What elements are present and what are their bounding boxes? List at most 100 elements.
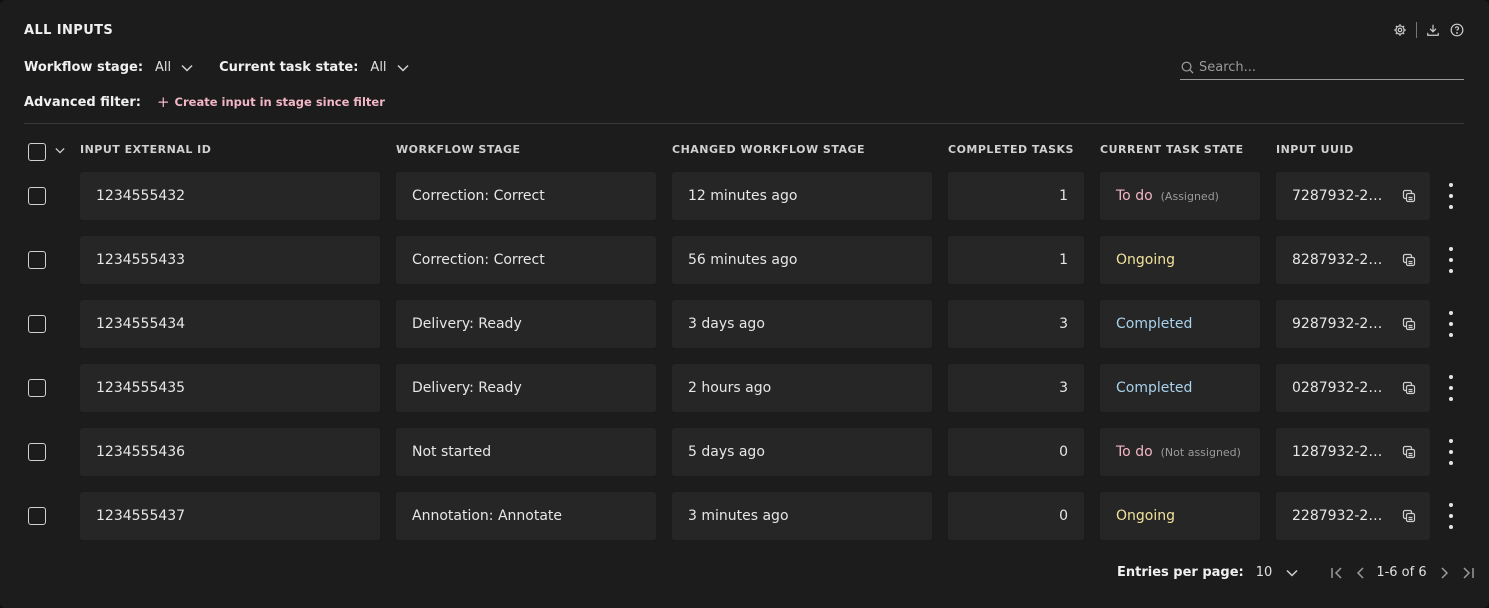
panel-title: ALL INPUTS bbox=[24, 23, 114, 38]
all-inputs-panel: ALL INPUTS Workflow stage: All Current t… bbox=[0, 0, 1489, 608]
chevron-down-icon bbox=[1286, 569, 1298, 577]
copy-icon[interactable] bbox=[1402, 317, 1416, 331]
input-external-id-cell: 1234555437 bbox=[80, 492, 380, 540]
input-uuid-cell: 0287932-23... bbox=[1276, 364, 1430, 412]
input-uuid-value: 0287932-23... bbox=[1292, 380, 1390, 396]
row-checkbox[interactable] bbox=[28, 443, 46, 461]
filters-row: Workflow stage: All Current task state: … bbox=[24, 60, 435, 75]
input-external-id-cell: 1234555433 bbox=[80, 236, 380, 284]
input-uuid-cell: 7287932-231... bbox=[1276, 172, 1430, 220]
advanced-filter-row: Advanced filter: + Create input in stage… bbox=[24, 93, 385, 111]
row-checkbox[interactable] bbox=[28, 507, 46, 525]
help-icon[interactable] bbox=[1449, 22, 1465, 38]
completed-tasks-cell: 0 bbox=[948, 492, 1084, 540]
input-uuid-value: 2287932-23... bbox=[1292, 508, 1390, 524]
input-uuid-cell: 2287932-23... bbox=[1276, 492, 1430, 540]
row-actions-menu-icon[interactable] bbox=[1443, 311, 1459, 337]
column-header-workflow-stage[interactable]: WORKFLOW STAGE bbox=[396, 143, 521, 156]
changed-workflow-stage-cell: 2 hours ago bbox=[672, 364, 932, 412]
task-assignment-note: (Assigned) bbox=[1160, 189, 1219, 203]
workflow-stage-cell: Correction: Correct bbox=[396, 236, 656, 284]
workflow-stage-label: Workflow stage: bbox=[24, 60, 144, 75]
input-uuid-cell: 9287932-23... bbox=[1276, 300, 1430, 348]
create-input-filter-label: Create input in stage since filter bbox=[174, 95, 385, 109]
pagination: Entries per page: 10 1-6 of 6 bbox=[1117, 565, 1475, 580]
changed-workflow-stage-cell: 56 minutes ago bbox=[672, 236, 932, 284]
row-actions-menu-icon[interactable] bbox=[1443, 247, 1459, 273]
completed-tasks-cell: 3 bbox=[948, 300, 1084, 348]
workflow-stage-cell: Delivery: Ready bbox=[396, 300, 656, 348]
input-uuid-cell: 1287932-231... bbox=[1276, 428, 1430, 476]
last-page-icon[interactable] bbox=[1461, 566, 1475, 580]
row-checkbox[interactable] bbox=[28, 315, 46, 333]
row-checkbox[interactable] bbox=[28, 187, 46, 205]
row-actions-menu-icon[interactable] bbox=[1443, 375, 1459, 401]
search-box bbox=[1180, 56, 1464, 80]
completed-tasks-cell: 0 bbox=[948, 428, 1084, 476]
gear-icon[interactable] bbox=[1392, 22, 1408, 38]
input-external-id-cell: 1234555435 bbox=[80, 364, 380, 412]
task-assignment-note: (Not assigned) bbox=[1160, 445, 1241, 459]
download-icon[interactable] bbox=[1425, 22, 1441, 38]
chevron-down-icon[interactable] bbox=[55, 147, 65, 154]
chevron-down-icon bbox=[181, 64, 193, 72]
search-input[interactable] bbox=[1199, 60, 1449, 75]
row-checkbox[interactable] bbox=[28, 251, 46, 269]
entries-per-page-label: Entries per page: bbox=[1117, 565, 1244, 580]
column-header-input-uuid[interactable]: INPUT UUID bbox=[1276, 143, 1354, 156]
completed-tasks-cell: 1 bbox=[948, 236, 1084, 284]
row-actions-menu-icon[interactable] bbox=[1443, 503, 1459, 529]
task-state-select[interactable]: All bbox=[370, 60, 409, 75]
input-uuid-value: 9287932-23... bbox=[1292, 316, 1390, 332]
previous-page-icon[interactable] bbox=[1356, 566, 1366, 580]
task-state-label: Ongoing bbox=[1116, 252, 1175, 268]
copy-icon[interactable] bbox=[1402, 445, 1416, 459]
workflow-stage-value: All bbox=[155, 60, 172, 75]
first-page-icon[interactable] bbox=[1330, 566, 1344, 580]
copy-icon[interactable] bbox=[1402, 509, 1416, 523]
column-header-current-task-state[interactable]: CURRENT TASK STATE bbox=[1100, 143, 1244, 156]
task-state-value: All bbox=[370, 60, 387, 75]
task-state-label: To do bbox=[1116, 444, 1153, 460]
copy-icon[interactable] bbox=[1402, 253, 1416, 267]
entries-per-page-select[interactable]: 10 bbox=[1256, 565, 1299, 580]
workflow-stage-select[interactable]: All bbox=[155, 60, 193, 75]
entries-per-page-value: 10 bbox=[1255, 565, 1273, 580]
search-icon bbox=[1181, 61, 1194, 74]
current-task-state-cell: To do (Not assigned) bbox=[1100, 428, 1260, 476]
chevron-down-icon bbox=[397, 64, 409, 72]
copy-icon[interactable] bbox=[1402, 381, 1416, 395]
current-task-state-cell: Completed bbox=[1100, 300, 1260, 348]
copy-icon[interactable] bbox=[1402, 189, 1416, 203]
divider bbox=[1416, 22, 1417, 38]
row-actions-menu-icon[interactable] bbox=[1443, 439, 1459, 465]
changed-workflow-stage-cell: 3 days ago bbox=[672, 300, 932, 348]
task-state-label: Ongoing bbox=[1116, 508, 1175, 524]
workflow-stage-cell: Not started bbox=[396, 428, 656, 476]
current-task-state-cell: Ongoing bbox=[1100, 236, 1260, 284]
plus-icon: + bbox=[156, 93, 170, 111]
completed-tasks-cell: 1 bbox=[948, 172, 1084, 220]
row-checkbox[interactable] bbox=[28, 379, 46, 397]
select-all-checkbox[interactable] bbox=[28, 143, 46, 161]
completed-tasks-cell: 3 bbox=[948, 364, 1084, 412]
advanced-filter-label: Advanced filter: bbox=[24, 94, 141, 110]
input-uuid-value: 1287932-231... bbox=[1292, 444, 1390, 460]
workflow-stage-cell: Correction: Correct bbox=[396, 172, 656, 220]
create-input-filter-button[interactable]: + Create input in stage since filter bbox=[157, 93, 385, 111]
column-header-input-external-id[interactable]: INPUT EXTERNAL ID bbox=[80, 143, 211, 156]
input-uuid-cell: 8287932-23... bbox=[1276, 236, 1430, 284]
task-state-label: Completed bbox=[1116, 316, 1193, 332]
input-external-id-cell: 1234555432 bbox=[80, 172, 380, 220]
input-uuid-value: 7287932-231... bbox=[1292, 188, 1390, 204]
column-header-completed-tasks[interactable]: COMPLETED TASKS bbox=[948, 143, 1074, 156]
page-range: 1-6 of 6 bbox=[1376, 565, 1427, 580]
changed-workflow-stage-cell: 5 days ago bbox=[672, 428, 932, 476]
column-header-changed-workflow-stage[interactable]: CHANGED WORKFLOW STAGE bbox=[672, 143, 865, 156]
next-page-icon[interactable] bbox=[1439, 566, 1449, 580]
workflow-stage-cell: Annotation: Annotate bbox=[396, 492, 656, 540]
workflow-stage-cell: Delivery: Ready bbox=[396, 364, 656, 412]
row-actions-menu-icon[interactable] bbox=[1443, 183, 1459, 209]
input-external-id-cell: 1234555434 bbox=[80, 300, 380, 348]
task-state-label: To do bbox=[1116, 188, 1153, 204]
